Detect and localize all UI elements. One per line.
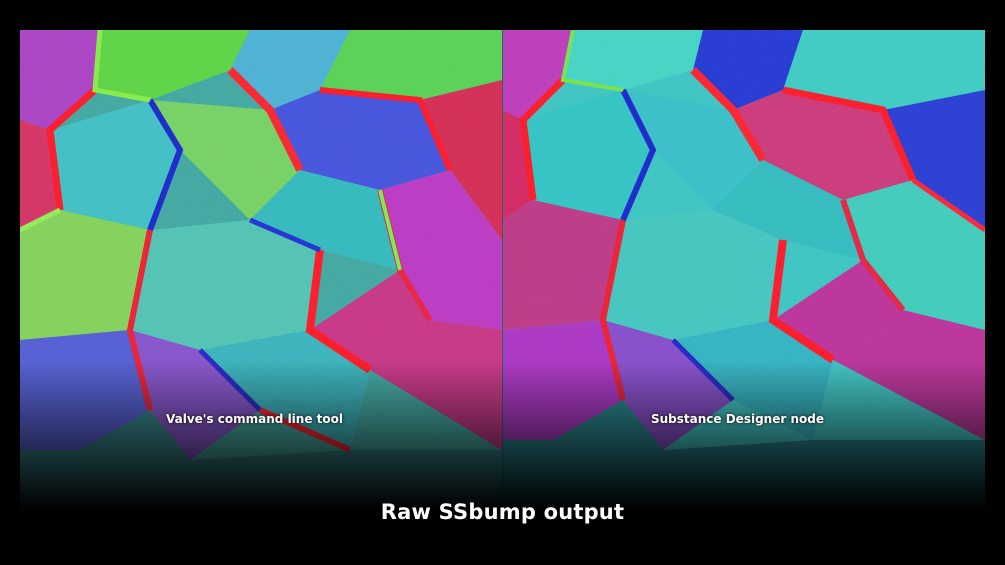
image-comparison-frame	[20, 30, 985, 510]
slide-title: Raw SSbump output	[380, 500, 625, 524]
right-caption: Substance Designer node	[651, 412, 824, 426]
bottom-fade-overlay	[20, 360, 985, 510]
left-caption: Valve's command line tool	[166, 412, 343, 426]
